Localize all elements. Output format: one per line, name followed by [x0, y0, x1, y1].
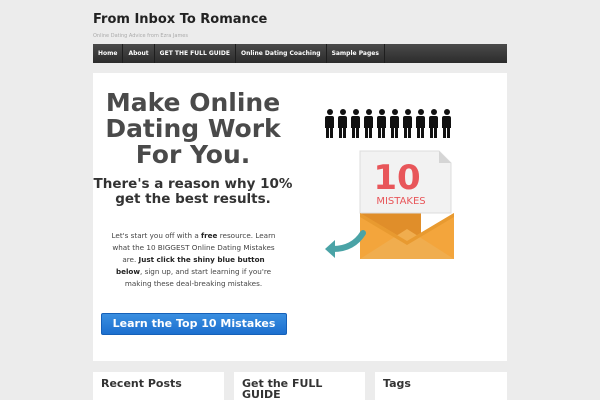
person-icon [428, 109, 439, 138]
widget-recent-posts: Recent Posts [93, 372, 224, 400]
site-header: From Inbox To Romance Online Dating Advi… [93, 12, 267, 39]
hero-body-text-1: Let's start you off with a [111, 231, 202, 240]
top-10-mistakes-button[interactable]: Learn the Top 10 Mistakes [101, 313, 287, 335]
hero-body-free: free [201, 231, 218, 240]
nav-item-sample-pages[interactable]: Sample Pages [327, 44, 385, 63]
person-icon [350, 109, 361, 138]
hero-title: Make Online Dating Work For You. [105, 88, 281, 169]
widget-full-guide: Get the FULL GUIDE [234, 372, 365, 400]
people-icons [324, 109, 452, 138]
widget-title-full-guide: Get the FULL GUIDE [242, 377, 323, 400]
person-icon [363, 109, 374, 138]
person-icon [324, 109, 335, 138]
main-nav: Home About GET THE FULL GUIDE Online Dat… [93, 44, 507, 63]
nav-item-home[interactable]: Home [93, 44, 124, 63]
person-icon [337, 109, 348, 138]
envelope-word: MISTAKES [376, 196, 425, 207]
nav-item-full-guide[interactable]: GET THE FULL GUIDE [155, 44, 236, 63]
nav-item-about[interactable]: About [123, 44, 155, 63]
hero-body: Let's start you off with a free resource… [111, 230, 276, 290]
person-icon [441, 109, 452, 138]
widget-tags: Tags [375, 372, 507, 400]
site-title[interactable]: From Inbox To Romance [93, 12, 267, 27]
person-icon [376, 109, 387, 138]
hero-panel: Make Online Dating Work For You. There's… [93, 73, 507, 361]
mistakes-envelope-image: 10 MISTAKES [325, 150, 454, 259]
person-icon [415, 109, 426, 138]
person-icon [389, 109, 400, 138]
person-icon [402, 109, 413, 138]
nav-item-coaching[interactable]: Online Dating Coaching [236, 44, 327, 63]
hero-subtitle: There's a reason why 10% get the best re… [93, 176, 293, 207]
hero-body-text-3: , sign up, and start learning if you're … [124, 267, 272, 288]
widget-title-tags: Tags [383, 377, 411, 390]
widget-title-recent-posts: Recent Posts [101, 377, 182, 390]
site-tagline: Online Dating Advice from Ezra James [93, 33, 188, 39]
envelope-number: 10 [373, 158, 420, 198]
